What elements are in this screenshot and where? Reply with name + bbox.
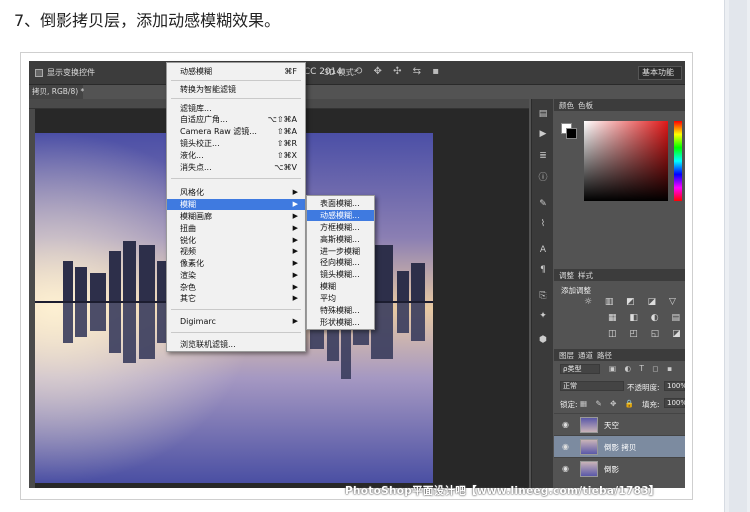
menu-item-sharpen[interactable]: 锐化 ▶ xyxy=(167,235,305,246)
submenu-item-shape-blur[interactable]: 形状模糊... xyxy=(307,317,374,328)
menu-item-convert-smart-filter[interactable]: 转换为智能滤镜 xyxy=(167,84,305,95)
menu-item-blur[interactable]: 模糊 ▶ xyxy=(167,199,305,210)
menu-item-stylize[interactable]: 风格化 ▶ xyxy=(167,187,305,198)
submenu-item-radial-blur[interactable]: 径向模糊... xyxy=(307,257,374,268)
page-scrollbar[interactable] xyxy=(724,0,750,512)
menu-item-lens-correction[interactable]: 镜头校正... ⇧⌘R xyxy=(167,138,305,149)
show-transform-checkbox[interactable] xyxy=(35,69,43,77)
tab-color[interactable]: 颜色 xyxy=(559,100,574,111)
paragraph-icon[interactable]: ¶ xyxy=(538,265,548,275)
menu-item-adaptive-wide-angle[interactable]: 自适应广角... ⌥⇧⌘A xyxy=(167,114,305,125)
menu-item-video[interactable]: 视频 ▶ xyxy=(167,246,305,257)
adjust-panel-tabs: 调整 样式 xyxy=(554,269,685,281)
3d-mode-icons[interactable]: ⟲ ✥ ✣ ⇆ ▪ xyxy=(354,66,443,77)
eye-icon[interactable]: ◉ xyxy=(562,442,571,451)
submenu-item-motion-blur[interactable]: 动感模糊... xyxy=(307,210,374,221)
adjustment-icons-row3[interactable]: ◫ ◰ ◱ ◪ ▣ xyxy=(608,329,685,339)
layer-thumbnail xyxy=(580,461,598,477)
menu-item-pixelate[interactable]: 像素化 ▶ xyxy=(167,258,305,269)
layer-kind-filter[interactable]: ρ类型 xyxy=(560,364,600,374)
eye-icon[interactable]: ◉ xyxy=(562,464,571,473)
submenu-item-surface-blur[interactable]: 表面模糊... xyxy=(307,198,374,209)
lock-icons[interactable]: ▦ ✎ ✥ 🔒 xyxy=(580,399,637,408)
document-tab[interactable]: 拷贝, RGB/8) * xyxy=(29,85,84,99)
menu-item-camera-raw[interactable]: Camera Raw 滤镜... ⇧⌘A xyxy=(167,126,305,137)
tab-swatches[interactable]: 色板 xyxy=(578,100,593,111)
menu-item-digimarc[interactable]: Digimarc ▶ xyxy=(167,316,305,327)
brush-icon[interactable]: ⌇ xyxy=(538,219,548,229)
opacity-label: 不透明度: xyxy=(627,383,660,392)
menu-item-render[interactable]: 渲染 ▶ xyxy=(167,270,305,281)
fill-label: 填充: xyxy=(642,400,660,409)
submenu-item-smart-blur[interactable]: 特殊模糊... xyxy=(307,305,374,316)
fill-field[interactable]: 100% xyxy=(664,398,685,408)
mode-3d-label: 3D 模式: xyxy=(324,68,357,77)
layer-row-sky[interactable]: ◉ 天空 xyxy=(554,413,685,435)
blur-submenu: 表面模糊... 动感模糊... 方框模糊... 高斯模糊... 进一步模糊 径向… xyxy=(306,195,375,330)
submenu-item-average[interactable]: 平均 xyxy=(307,293,374,304)
lock-label: 锁定: xyxy=(560,400,578,409)
right-panels: 颜色 色板 调整 样式 添加调整 ☼ ▥ ◩ ◪ ▽ ▦ ◧ ◐ ▤ ⊞ ◫ ◰… xyxy=(554,99,685,488)
layer-row-reflection-copy[interactable]: ◉ 倒影 拷贝 xyxy=(554,435,685,457)
menu-item-blur-gallery[interactable]: 模糊画廊 ▶ xyxy=(167,211,305,222)
hue-slider[interactable] xyxy=(674,121,682,201)
layer-thumbnail xyxy=(580,439,598,455)
menu-item-other[interactable]: 其它 ▶ xyxy=(167,293,305,304)
tool-presets-icon[interactable]: ✦ xyxy=(538,311,548,321)
submenu-item-blur[interactable]: 模糊 xyxy=(307,281,374,292)
add-adjustment-label: 添加调整 xyxy=(561,286,591,295)
menu-item-filter-gallery[interactable]: 滤镜库... xyxy=(167,103,305,114)
layer-filter-icons[interactable]: ▣ ◐ T ◻ ▪ xyxy=(609,364,675,373)
submenu-item-box-blur[interactable]: 方框模糊... xyxy=(307,222,374,233)
background-swatch[interactable] xyxy=(566,128,577,139)
layer-name: 倒影 xyxy=(604,465,619,474)
page: 7、倒影拷贝层，添加动感模糊效果。 显示变换控件 hop CC 2014 3D … xyxy=(0,0,750,512)
adjustment-icons-row2[interactable]: ▦ ◧ ◐ ▤ ⊞ xyxy=(608,313,685,323)
layer-name: 天空 xyxy=(604,421,619,430)
submenu-item-blur-more[interactable]: 进一步模糊 xyxy=(307,246,374,257)
options-bar: 显示变换控件 hop CC 2014 3D 模式: ⟲ ✥ ✣ ⇆ ▪ 基本功能 xyxy=(29,61,685,85)
blend-mode-select[interactable]: 正常 xyxy=(560,381,624,391)
history-icon[interactable]: ▤ xyxy=(538,109,548,119)
filter-menu: 动感模糊 ⌘F 转换为智能滤镜 滤镜库... 自适应广角... ⌥⇧⌘A Camer… xyxy=(166,62,306,352)
menu-item-distort[interactable]: 扭曲 ▶ xyxy=(167,223,305,234)
eye-icon[interactable]: ◉ xyxy=(562,420,571,429)
clone-source-icon[interactable]: ⎘ xyxy=(538,291,548,301)
tab-styles[interactable]: 样式 xyxy=(578,270,593,281)
3d-cube-icon[interactable]: ⬢ xyxy=(538,335,548,345)
workspace-select[interactable]: 基本功能 xyxy=(638,66,682,80)
submenu-item-gaussian-blur[interactable]: 高斯模糊... xyxy=(307,234,374,245)
brush-presets-icon[interactable]: ✎ xyxy=(538,199,548,209)
watermark: PhotoShop平面设计吧【www.lineeg.com/tieba/1783… xyxy=(345,485,660,497)
info-icon[interactable]: ⓘ xyxy=(538,173,548,183)
layer-thumbnail xyxy=(580,417,598,433)
menu-item-noise[interactable]: 杂色 ▶ xyxy=(167,282,305,293)
tab-adjustments[interactable]: 调整 xyxy=(559,270,574,281)
color-picker-field[interactable] xyxy=(584,121,668,201)
character-icon[interactable]: A xyxy=(538,245,548,255)
panel-tool-strip: ▤ ▶ ≣ ⓘ ✎ ⌇ A ¶ ⎘ ✦ ⬢ xyxy=(531,99,553,488)
adjustment-icons-row1[interactable]: ☼ ▥ ◩ ◪ ▽ xyxy=(584,297,681,307)
color-panel-tabs: 颜色 色板 xyxy=(554,99,685,111)
show-transform-label: 显示变换控件 xyxy=(47,68,95,77)
step-title: 7、倒影拷贝层，添加动感模糊效果。 xyxy=(14,11,281,30)
tab-layers[interactable]: 图层 xyxy=(559,350,574,361)
layer-row-reflection[interactable]: ◉ 倒影 xyxy=(554,457,685,479)
properties-icon[interactable]: ≣ xyxy=(538,151,548,161)
opacity-field[interactable]: 100% xyxy=(664,381,685,391)
scrollbar-thumb[interactable] xyxy=(729,0,747,512)
menu-item-liquify[interactable]: 液化... ⇧⌘X xyxy=(167,150,305,161)
layers-panel-tabs: 图层 通道 路径 xyxy=(554,349,685,361)
tab-paths[interactable]: 路径 xyxy=(597,350,612,361)
play-icon[interactable]: ▶ xyxy=(538,129,548,139)
menu-item-browse-online[interactable]: 浏览联机滤镜... xyxy=(167,339,305,350)
menu-item-vanishing-point[interactable]: 消失点... ⌥⌘V xyxy=(167,162,305,173)
tab-channels[interactable]: 通道 xyxy=(578,350,593,361)
menu-item-last-filter[interactable]: 动感模糊 ⌘F xyxy=(167,66,305,77)
layer-name: 倒影 拷贝 xyxy=(604,443,637,452)
submenu-item-lens-blur[interactable]: 镜头模糊... xyxy=(307,269,374,280)
